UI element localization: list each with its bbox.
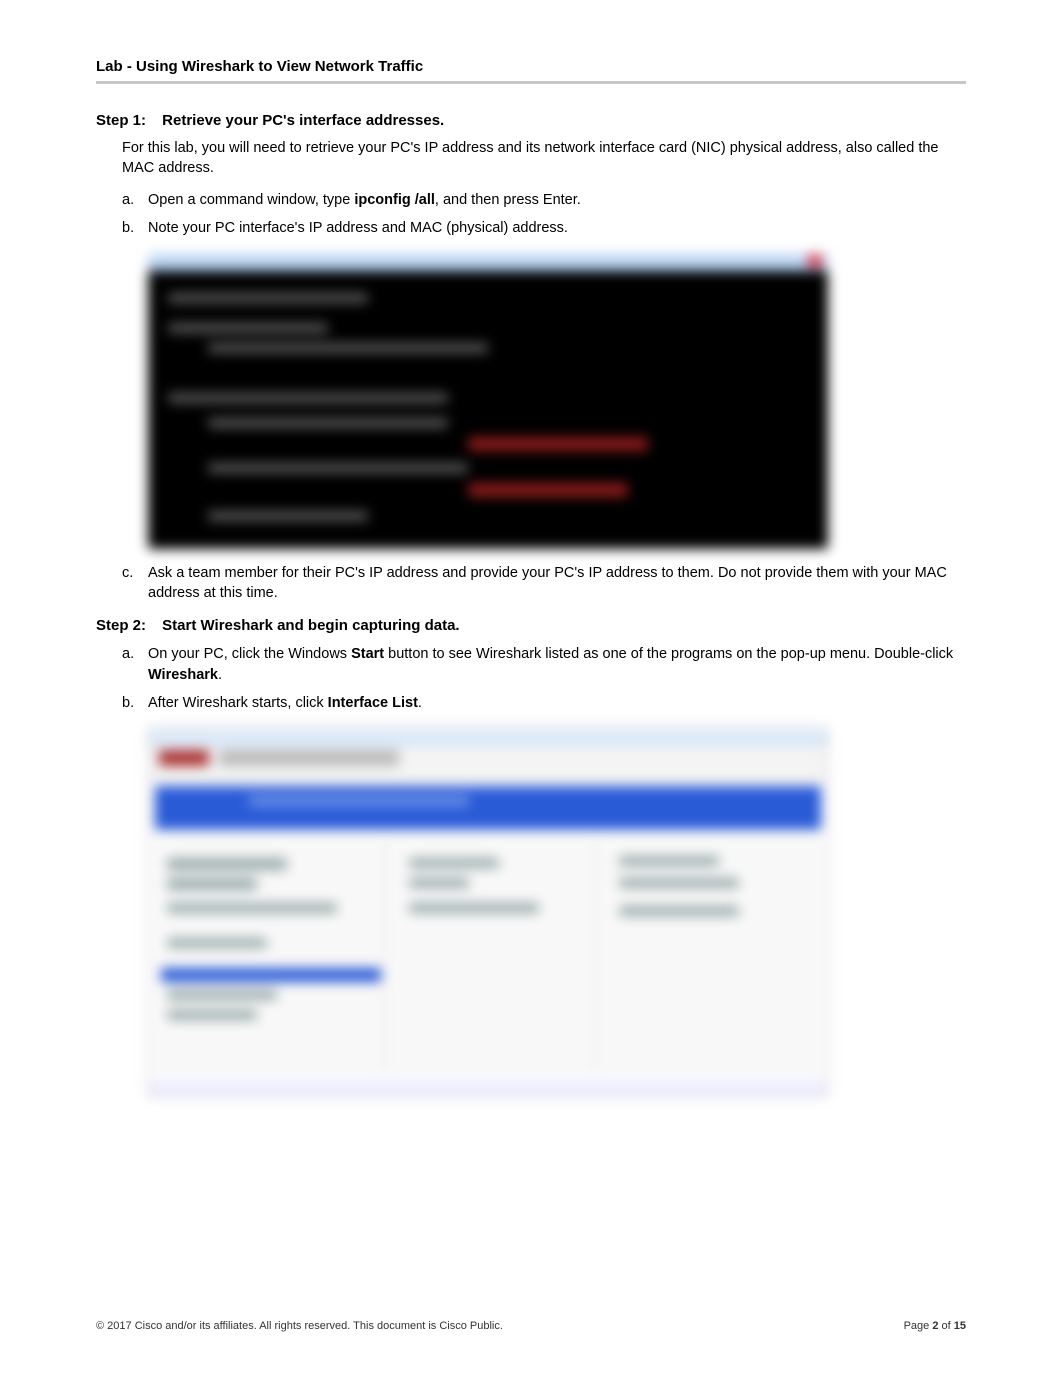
step2-a-pre: On your PC, click the Windows — [148, 646, 351, 662]
step2-b-pre: After Wireshark starts, click — [148, 695, 328, 711]
step2-a-mid: button to see Wireshark listed as one of… — [384, 646, 953, 662]
step1-item-b: b. Note your PC interface's IP address a… — [122, 218, 966, 238]
step1-c-text: Ask a team member for their PC's IP addr… — [148, 563, 966, 604]
list-letter: b. — [122, 693, 148, 713]
wireshark-screenshot — [148, 727, 828, 1097]
step1-title: Retrieve your PC's interface addresses. — [162, 112, 444, 129]
step1-item-c: c. Ask a team member for their PC's IP a… — [122, 563, 966, 604]
page-number: Page 2 of 15 — [904, 1320, 966, 1332]
step2-a-post: . — [218, 667, 222, 683]
step2-item-a: a. On your PC, click the Windows Start b… — [122, 644, 966, 685]
list-letter: c. — [122, 563, 148, 604]
step2-a-start: Start — [351, 646, 384, 662]
step1-label: Step 1: — [96, 112, 158, 129]
step1-b-text: Note your PC interface's IP address and … — [148, 218, 966, 238]
page-footer: © 2017 Cisco and/or its affiliates. All … — [96, 1320, 966, 1332]
list-letter: a. — [122, 190, 148, 210]
copyright-text: © 2017 Cisco and/or its affiliates. All … — [96, 1320, 503, 1332]
step2-b-interface-list: Interface List — [328, 695, 418, 711]
step1-heading: Step 1: Retrieve your PC's interface add… — [96, 112, 966, 129]
step2-title: Start Wireshark and begin capturing data… — [162, 617, 459, 634]
step1-a-pre: Open a command window, type — [148, 192, 354, 208]
step2-item-b: b. After Wireshark starts, click Interfa… — [122, 693, 966, 713]
step1-a-command: ipconfig /all — [354, 192, 435, 208]
cmd-screenshot — [148, 253, 828, 549]
step1-a-post: , and then press Enter. — [435, 192, 581, 208]
list-letter: b. — [122, 218, 148, 238]
step1-item-a: a. Open a command window, type ipconfig … — [122, 190, 966, 210]
step1-intro: For this lab, you will need to retrieve … — [122, 139, 966, 178]
step2-label: Step 2: — [96, 617, 158, 634]
step2-b-post: . — [418, 695, 422, 711]
list-letter: a. — [122, 644, 148, 685]
step2-a-wireshark: Wireshark — [148, 667, 218, 683]
step2-heading: Step 2: Start Wireshark and begin captur… — [96, 617, 966, 634]
document-header: Lab - Using Wireshark to View Network Tr… — [96, 58, 966, 84]
